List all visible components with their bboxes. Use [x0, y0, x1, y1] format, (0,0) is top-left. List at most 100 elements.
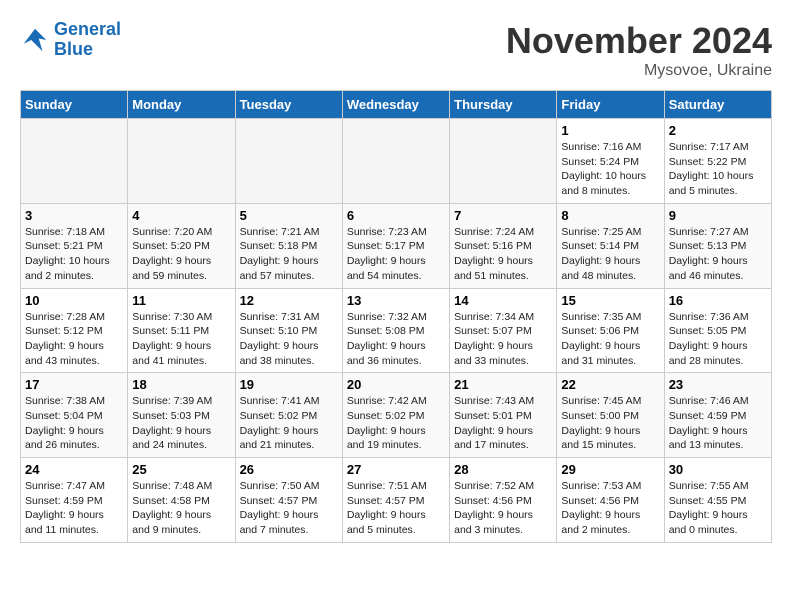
column-header-saturday: Saturday [664, 91, 771, 119]
day-number: 4 [132, 208, 230, 223]
day-info: Sunrise: 7:39 AM Sunset: 5:03 PM Dayligh… [132, 394, 230, 453]
day-info: Sunrise: 7:18 AM Sunset: 5:21 PM Dayligh… [25, 225, 123, 284]
day-number: 29 [561, 462, 659, 477]
calendar-cell: 25Sunrise: 7:48 AM Sunset: 4:58 PM Dayli… [128, 458, 235, 543]
day-info: Sunrise: 7:35 AM Sunset: 5:06 PM Dayligh… [561, 310, 659, 369]
calendar-week-row: 1 Sunrise: 7:16 AM Sunset: 5:24 PM Daylig… [21, 119, 772, 204]
calendar-cell: 7Sunrise: 7:24 AM Sunset: 5:16 PM Daylig… [450, 203, 557, 288]
calendar-week-row: 24 Sunrise: 7:47 AM Sunset: 4:59 PM Dayli… [21, 458, 772, 543]
day-info: Sunrise: 7:27 AM Sunset: 5:13 PM Dayligh… [669, 225, 767, 284]
calendar-week-row: 17 Sunrise: 7:38 AM Sunset: 5:04 PM Dayli… [21, 373, 772, 458]
logo-text: General Blue [54, 20, 121, 60]
day-number: 7 [454, 208, 552, 223]
calendar-cell: 17 Sunrise: 7:38 AM Sunset: 5:04 PM Dayli… [21, 373, 128, 458]
calendar-table: SundayMondayTuesdayWednesdayThursdayFrid… [20, 90, 772, 543]
calendar-cell [342, 119, 449, 204]
calendar-cell: 26 Sunrise: 7:50 AM Sunset: 4:57 PM Dayli… [235, 458, 342, 543]
calendar-cell: 6Sunrise: 7:23 AM Sunset: 5:17 PM Daylig… [342, 203, 449, 288]
calendar-cell: 13Sunrise: 7:32 AM Sunset: 5:08 PM Dayli… [342, 288, 449, 373]
calendar-cell [21, 119, 128, 204]
location: Mysovoe, Ukraine [506, 62, 772, 80]
calendar-cell: 29 Sunrise: 7:53 AM Sunset: 4:56 PM Dayli… [557, 458, 664, 543]
day-info: Sunrise: 7:36 AM Sunset: 5:05 PM Dayligh… [669, 310, 767, 369]
calendar-cell: 22 Sunrise: 7:45 AM Sunset: 5:00 PM Dayli… [557, 373, 664, 458]
day-info: Sunrise: 7:43 AM Sunset: 5:01 PM Dayligh… [454, 394, 552, 453]
calendar-cell: 15 Sunrise: 7:35 AM Sunset: 5:06 PM Dayli… [557, 288, 664, 373]
calendar-cell: 10 Sunrise: 7:28 AM Sunset: 5:12 PM Dayli… [21, 288, 128, 373]
day-info: Sunrise: 7:38 AM Sunset: 5:04 PM Dayligh… [25, 394, 123, 453]
day-info: Sunrise: 7:45 AM Sunset: 5:00 PM Dayligh… [561, 394, 659, 453]
day-info: Sunrise: 7:34 AM Sunset: 5:07 PM Dayligh… [454, 310, 552, 369]
day-number: 21 [454, 377, 552, 392]
day-info: Sunrise: 7:31 AM Sunset: 5:10 PM Dayligh… [240, 310, 338, 369]
day-number: 10 [25, 293, 123, 308]
calendar-header-row: SundayMondayTuesdayWednesdayThursdayFrid… [21, 91, 772, 119]
calendar-cell: 8Sunrise: 7:25 AM Sunset: 5:14 PM Daylig… [557, 203, 664, 288]
day-info: Sunrise: 7:51 AM Sunset: 4:57 PM Dayligh… [347, 479, 445, 538]
calendar-cell: 24 Sunrise: 7:47 AM Sunset: 4:59 PM Dayli… [21, 458, 128, 543]
calendar-cell: 9Sunrise: 7:27 AM Sunset: 5:13 PM Daylig… [664, 203, 771, 288]
logo-bird-icon [20, 25, 50, 55]
day-number: 17 [25, 377, 123, 392]
calendar-cell: 3 Sunrise: 7:18 AM Sunset: 5:21 PM Daylig… [21, 203, 128, 288]
day-info: Sunrise: 7:41 AM Sunset: 5:02 PM Dayligh… [240, 394, 338, 453]
calendar-cell: 1 Sunrise: 7:16 AM Sunset: 5:24 PM Daylig… [557, 119, 664, 204]
calendar-week-row: 3 Sunrise: 7:18 AM Sunset: 5:21 PM Daylig… [21, 203, 772, 288]
day-info: Sunrise: 7:47 AM Sunset: 4:59 PM Dayligh… [25, 479, 123, 538]
day-number: 25 [132, 462, 230, 477]
calendar-cell: 23 Sunrise: 7:46 AM Sunset: 4:59 PM Dayli… [664, 373, 771, 458]
day-info: Sunrise: 7:28 AM Sunset: 5:12 PM Dayligh… [25, 310, 123, 369]
day-info: Sunrise: 7:17 AM Sunset: 5:22 PM Dayligh… [669, 140, 767, 199]
day-number: 23 [669, 377, 767, 392]
logo-line1: General [54, 19, 121, 39]
day-info: Sunrise: 7:46 AM Sunset: 4:59 PM Dayligh… [669, 394, 767, 453]
day-info: Sunrise: 7:53 AM Sunset: 4:56 PM Dayligh… [561, 479, 659, 538]
calendar-cell [128, 119, 235, 204]
day-number: 22 [561, 377, 659, 392]
logo: General Blue [20, 20, 121, 60]
column-header-friday: Friday [557, 91, 664, 119]
day-number: 13 [347, 293, 445, 308]
calendar-cell: 12Sunrise: 7:31 AM Sunset: 5:10 PM Dayli… [235, 288, 342, 373]
day-number: 19 [240, 377, 338, 392]
calendar-cell: 28 Sunrise: 7:52 AM Sunset: 4:56 PM Dayli… [450, 458, 557, 543]
calendar-cell: 5 Sunrise: 7:21 AM Sunset: 5:18 PM Daylig… [235, 203, 342, 288]
calendar-cell: 11Sunrise: 7:30 AM Sunset: 5:11 PM Dayli… [128, 288, 235, 373]
month-title: November 2024 [506, 20, 772, 62]
day-number: 28 [454, 462, 552, 477]
day-number: 5 [240, 208, 338, 223]
calendar-cell: 18 Sunrise: 7:39 AM Sunset: 5:03 PM Dayli… [128, 373, 235, 458]
column-header-monday: Monday [128, 91, 235, 119]
logo-line2: Blue [54, 39, 93, 59]
day-info: Sunrise: 7:42 AM Sunset: 5:02 PM Dayligh… [347, 394, 445, 453]
calendar-cell [450, 119, 557, 204]
day-number: 16 [669, 293, 767, 308]
calendar-cell: 20 Sunrise: 7:42 AM Sunset: 5:02 PM Dayli… [342, 373, 449, 458]
calendar-cell: 4Sunrise: 7:20 AM Sunset: 5:20 PM Daylig… [128, 203, 235, 288]
day-number: 18 [132, 377, 230, 392]
day-number: 6 [347, 208, 445, 223]
day-number: 27 [347, 462, 445, 477]
day-number: 2 [669, 123, 767, 138]
day-info: Sunrise: 7:16 AM Sunset: 5:24 PM Dayligh… [561, 140, 659, 199]
calendar-cell: 16 Sunrise: 7:36 AM Sunset: 5:05 PM Dayli… [664, 288, 771, 373]
calendar-cell: 21 Sunrise: 7:43 AM Sunset: 5:01 PM Dayli… [450, 373, 557, 458]
day-info: Sunrise: 7:21 AM Sunset: 5:18 PM Dayligh… [240, 225, 338, 284]
column-header-wednesday: Wednesday [342, 91, 449, 119]
day-number: 26 [240, 462, 338, 477]
day-number: 3 [25, 208, 123, 223]
day-number: 1 [561, 123, 659, 138]
calendar-cell: 30Sunrise: 7:55 AM Sunset: 4:55 PM Dayli… [664, 458, 771, 543]
title-area: November 2024 Mysovoe, Ukraine [506, 20, 772, 80]
day-info: Sunrise: 7:50 AM Sunset: 4:57 PM Dayligh… [240, 479, 338, 538]
day-info: Sunrise: 7:55 AM Sunset: 4:55 PM Dayligh… [669, 479, 767, 538]
calendar-cell: 2 Sunrise: 7:17 AM Sunset: 5:22 PM Daylig… [664, 119, 771, 204]
day-number: 24 [25, 462, 123, 477]
day-info: Sunrise: 7:52 AM Sunset: 4:56 PM Dayligh… [454, 479, 552, 538]
day-number: 11 [132, 293, 230, 308]
day-number: 15 [561, 293, 659, 308]
day-number: 14 [454, 293, 552, 308]
calendar-week-row: 10 Sunrise: 7:28 AM Sunset: 5:12 PM Dayli… [21, 288, 772, 373]
calendar-cell: 19 Sunrise: 7:41 AM Sunset: 5:02 PM Dayli… [235, 373, 342, 458]
day-number: 20 [347, 377, 445, 392]
